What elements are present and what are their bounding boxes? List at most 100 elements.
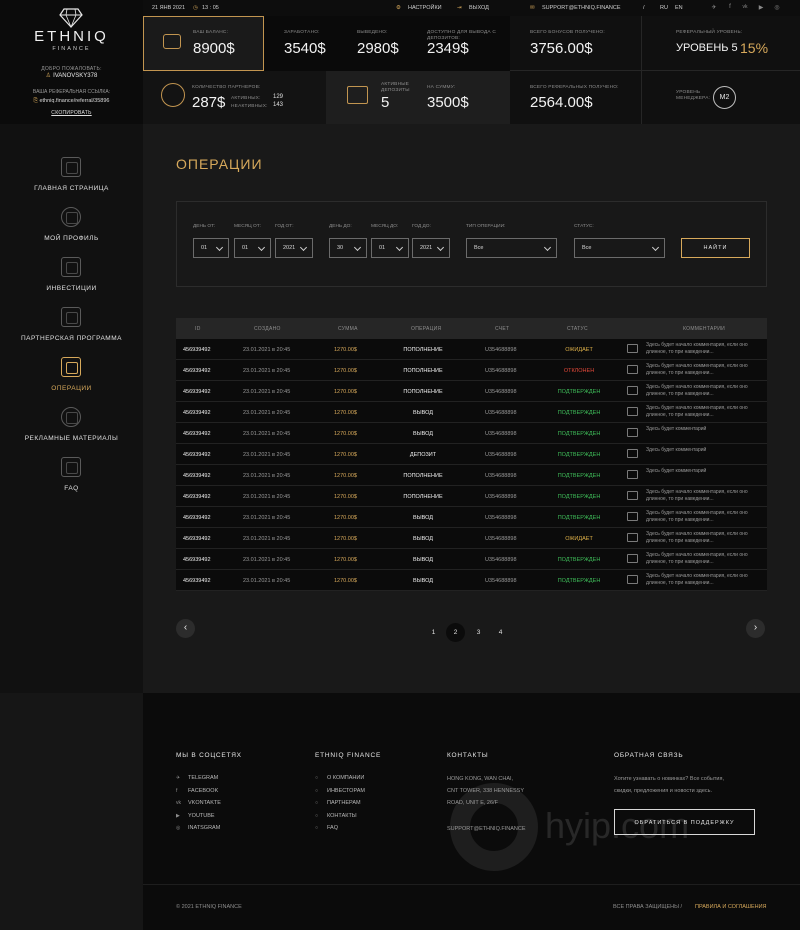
row-status: ПОДТВЕРЖДЕН [557, 473, 601, 479]
next-page-button[interactable]: › [746, 619, 765, 638]
footer-vk-link[interactable]: vk VKONTAKTE [176, 800, 221, 806]
instagram-icon[interactable]: ◎ [773, 4, 781, 12]
nav-item-partners[interactable]: ПАРТНЕРСКАЯ ПРОГРАММА [0, 307, 143, 355]
year-to-select[interactable]: 2021 [412, 238, 450, 258]
footer-telegram-link[interactable]: ✈ TELEGRAM [176, 775, 218, 781]
row-id: 456939492 [183, 452, 211, 458]
footer-youtube-link[interactable]: ▶ YOUTUBE [176, 813, 215, 819]
row-status: ПОДТВЕРЖДЕН [557, 410, 601, 416]
balance-label: ВАШ БАЛАНС: [193, 30, 229, 35]
footer-facebook-link[interactable]: f FACEBOOK [176, 788, 218, 794]
footer-about-link[interactable]: ○ О КОМПАНИИ [315, 775, 364, 781]
copy-link-button[interactable]: СКОПИРОВАТЬ [0, 110, 143, 116]
op-type-select[interactable]: Все [466, 238, 557, 258]
prev-page-button[interactable]: ‹ [176, 619, 195, 638]
row-sum: 1270.00$ [334, 410, 357, 416]
row-sum: 1270.00$ [334, 578, 357, 584]
comment-icon[interactable] [627, 365, 638, 374]
divider [510, 70, 800, 71]
nav-item-home[interactable]: ГЛАВНАЯ СТРАНИЦА [0, 157, 143, 205]
company-title: ETHNIQ FINANCE [315, 752, 382, 759]
comment-icon[interactable] [627, 554, 638, 563]
row-sum: 1270.00$ [334, 515, 357, 521]
page-3[interactable]: 3 [469, 623, 488, 642]
row-id: 456939492 [183, 410, 211, 416]
footer-instagram-link[interactable]: ◎ INATSGRAM [176, 825, 220, 831]
contact-email-link[interactable]: SUPPORT@ETHNIQ.FINANCE [447, 823, 526, 836]
circle-bullet-icon: ○ [315, 788, 319, 794]
nav-item-faq[interactable]: FAQ [0, 457, 143, 505]
col-operation: ОПЕРАЦИЯ [411, 326, 442, 332]
page-1[interactable]: 1 [424, 623, 443, 642]
lang-en[interactable]: EN [675, 5, 683, 11]
comment-icon[interactable] [627, 344, 638, 353]
comment-icon[interactable] [627, 428, 638, 437]
footer-investors-link[interactable]: ○ ИНВЕСТОРАМ [315, 788, 365, 794]
support-button[interactable]: ОБРАТИТЬСЯ В ПОДДЕРЖКУ [614, 809, 755, 835]
settings-link[interactable]: НАСТРОЙКИ [408, 5, 442, 11]
row-account: U354688898 [485, 368, 517, 374]
lang-ru[interactable]: RU [660, 5, 668, 11]
footer-link-label: TELEGRAM [188, 775, 219, 781]
month-from-select[interactable]: 01 [234, 238, 271, 258]
day-from-select[interactable]: 01 [193, 238, 229, 258]
col-id: ID [195, 326, 201, 332]
youtube-icon[interactable]: ▶ [757, 4, 765, 12]
feedback-text: Хотите узнавать о новинках? Все события, [614, 776, 724, 782]
table-row: 456939492 23.01.2021 в 20:45 1270.00$ ВЫВОД… [176, 528, 767, 549]
row-comment: Здесь будет комментарий [646, 426, 707, 432]
col-created: СОЗДАНО [254, 326, 281, 332]
telegram-icon[interactable]: ✈ [710, 4, 718, 12]
footer-partners-link[interactable]: ○ ПАРТНЕРАМ [315, 800, 361, 806]
page-2[interactable]: 2 [446, 623, 465, 642]
support-email-link[interactable]: SUPPORT@ETHNIQ.FINANCE [542, 5, 621, 11]
referral-link[interactable]: ⎘ ethniq.finance/referral/35896 [0, 98, 143, 105]
comment-icon[interactable] [627, 449, 638, 458]
nav-item-investments[interactable]: ИНВЕСТИЦИИ [0, 257, 143, 305]
nav-item-promo[interactable]: РЕКЛАМНЫЕ МАТЕРИАЛЫ [0, 407, 143, 455]
user-icon: ♙ [45, 73, 52, 79]
row-status: ПОДТВЕРЖДЕН [557, 431, 601, 437]
year-from-select[interactable]: 2021 [275, 238, 313, 258]
footer-faq-link[interactable]: ○ FAQ [315, 825, 338, 831]
nav-item-profile[interactable]: МОЙ ПРОФИЛЬ [0, 207, 143, 255]
comment-icon[interactable] [627, 407, 638, 416]
row-comment: Здесь будет начало комментария, если оно… [646, 489, 748, 502]
day-to-label: ДЕНЬ ДО: [329, 224, 352, 229]
comment-icon[interactable] [627, 575, 638, 584]
comment-icon[interactable] [627, 491, 638, 500]
logo-subtitle: FINANCE [52, 46, 91, 52]
copyright: © 2021 ETHNIQ FINANCE [176, 904, 242, 910]
vk-icon[interactable]: vk [741, 4, 749, 12]
separator: / [643, 5, 645, 11]
page-4[interactable]: 4 [491, 623, 510, 642]
circle-bullet-icon: ○ [315, 800, 319, 806]
clock-icon: ◷ [193, 5, 198, 11]
year-to-label: ГОД ДО: [412, 224, 431, 229]
partners-icon [61, 307, 81, 327]
day-from-label: ДЕНЬ ОТ: [193, 224, 216, 229]
find-button[interactable]: НАЙТИ [681, 238, 750, 258]
day-to-select[interactable]: 30 [329, 238, 367, 258]
footer-link-label: FAQ [327, 825, 339, 831]
footer-contacts-link[interactable]: ○ КОНТАКТЫ [315, 813, 357, 819]
row-id: 456939492 [183, 578, 211, 584]
month-from-label: МЕСЯЦ ОТ: [234, 224, 261, 229]
status-select[interactable]: Все [574, 238, 665, 258]
comment-icon[interactable] [627, 512, 638, 521]
logout-link[interactable]: ВЫХОД [469, 5, 489, 11]
row-comment: Здесь будет комментарий [646, 447, 707, 453]
balance-value: 8900$ [193, 40, 235, 57]
comment-icon[interactable] [627, 386, 638, 395]
footer-link-label: YOUTUBE [188, 813, 215, 819]
safe-deposit-icon [347, 86, 368, 104]
month-to-select[interactable]: 01 [371, 238, 409, 258]
rules-link[interactable]: ПРАВИЛА И СОГЛАШЕНИЯ [695, 904, 767, 910]
table-header: ID СОЗДАНО СУММА ОПЕРАЦИЯ СЧЕТ СТАТУС КО… [176, 318, 767, 339]
comment-icon[interactable] [627, 470, 638, 479]
row-created: 23.01.2021 в 20:45 [243, 557, 291, 563]
nav-item-operations[interactable]: ОПЕРАЦИИ [0, 357, 143, 405]
row-created: 23.01.2021 в 20:45 [243, 410, 291, 416]
comment-icon[interactable] [627, 533, 638, 542]
facebook-icon[interactable]: f [726, 4, 734, 12]
